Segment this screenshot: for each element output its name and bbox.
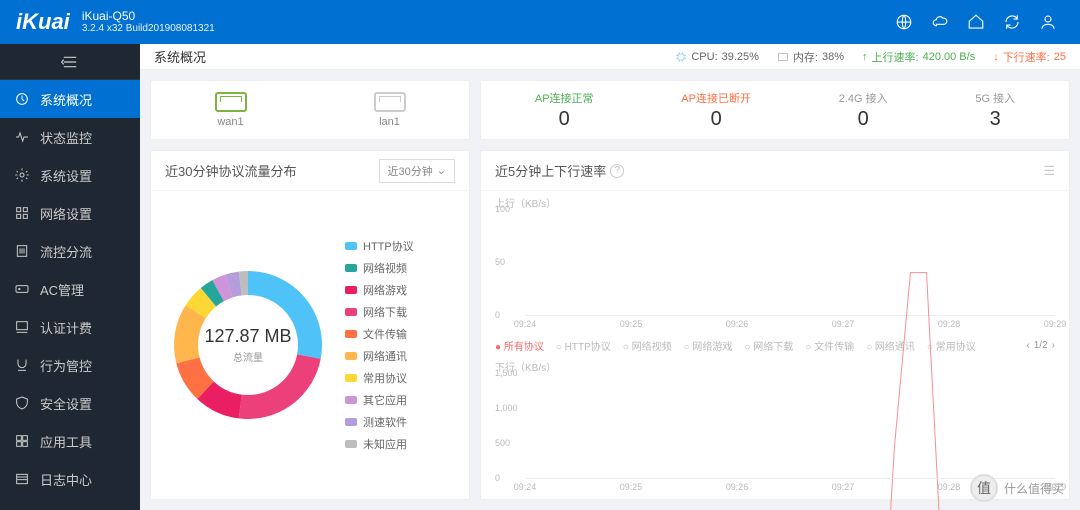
sidebar-icon xyxy=(14,319,30,335)
sidebar-item-label: 认证计费 xyxy=(40,318,92,337)
cloud-icon[interactable] xyxy=(924,6,956,38)
legend-item[interactable]: 网络游戏 xyxy=(345,282,414,298)
content-area: 系统概况 CPU: 39.25% 内存: 38% ↑ 上行速率: 420.00 … xyxy=(140,44,1080,510)
upload-chart: 上行（KB/s） 05010009:2409:2509:2609:2709:28… xyxy=(495,195,1055,332)
sidebar-item-label: AC管理 xyxy=(40,280,84,299)
chevron-down-icon: ⌄ xyxy=(437,164,446,177)
traffic-panel: 近30分钟协议流量分布 近30分钟 ⌄ 127.87 MB 总流量 HTTP协议… xyxy=(150,150,470,500)
cpu-stat: CPU: 39.25% xyxy=(675,51,759,63)
legend-swatch xyxy=(345,418,357,426)
sidebar-item-7[interactable]: 行为管控 xyxy=(0,346,140,384)
legend-item[interactable]: 网络视频 xyxy=(345,260,414,276)
sidebar: 系统概况状态监控系统设置网络设置流控分流 AC管理认证计费行为管控安全设置应用工具… xyxy=(0,44,140,510)
ap-stat: 5G 接入3 xyxy=(975,90,1015,131)
traffic-total: 127.87 MB xyxy=(204,326,291,347)
speed-title: 近5分钟上下行速率 xyxy=(495,161,606,180)
interfaces-card: wan1 lan1 xyxy=(150,80,470,140)
sidebar-icon xyxy=(14,433,30,449)
legend-item[interactable]: 未知应用 xyxy=(345,436,414,452)
version-text: 3.2.4 x32 Build201908081321 xyxy=(82,23,215,35)
sidebar-item-3[interactable]: 网络设置 xyxy=(0,194,140,232)
legend-swatch xyxy=(345,374,357,382)
legend-swatch xyxy=(345,242,357,250)
port-icon xyxy=(374,92,406,112)
speed-panel: 近5分钟上下行速率 ? ☰ 上行（KB/s） 05010009:2409:250… xyxy=(480,150,1070,500)
legend-item[interactable]: 常用协议 xyxy=(345,370,414,386)
sidebar-icon xyxy=(14,471,30,487)
legend-swatch xyxy=(345,440,357,448)
page-title: 系统概况 xyxy=(154,47,206,66)
legend-item[interactable]: 网络下载 xyxy=(345,304,414,320)
user-icon[interactable] xyxy=(1032,6,1064,38)
traffic-title: 近30分钟协议流量分布 xyxy=(165,161,296,180)
sidebar-item-2[interactable]: 系统设置 xyxy=(0,156,140,194)
legend-item[interactable]: 其它应用 xyxy=(345,392,414,408)
app-header: iKuai iKuai-Q50 3.2.4 x32 Build201908081… xyxy=(0,0,1080,44)
legend-item[interactable]: 网络通讯 xyxy=(345,348,414,364)
legend-item[interactable]: 文件传输 xyxy=(345,326,414,342)
sidebar-icon xyxy=(14,129,30,145)
sidebar-toggle[interactable] xyxy=(0,44,140,80)
ap-stat: AP连接已断开0 xyxy=(681,90,751,131)
mem-stat: 内存: 38% xyxy=(777,49,844,65)
legend-item[interactable]: 测速软件 xyxy=(345,414,414,430)
watermark: 值 什么值得买 xyxy=(970,474,1064,502)
home-icon[interactable] xyxy=(960,6,992,38)
menu-icon[interactable]: ☰ xyxy=(1043,163,1055,179)
refresh-icon[interactable] xyxy=(996,6,1028,38)
brand-logo: iKuai xyxy=(16,9,70,35)
sidebar-item-5[interactable]: AC管理 xyxy=(0,270,140,308)
sidebar-item-label: 安全设置 xyxy=(40,394,92,413)
legend-swatch xyxy=(345,286,357,294)
ap-stat: AP连接正常0 xyxy=(535,90,594,131)
sidebar-item-10[interactable]: 日志中心 xyxy=(0,460,140,498)
status-bar: 系统概况 CPU: 39.25% 内存: 38% ↑ 上行速率: 420.00 … xyxy=(140,44,1080,70)
sidebar-item-1[interactable]: 状态监控 xyxy=(0,118,140,156)
sidebar-icon xyxy=(14,205,30,221)
sidebar-icon xyxy=(14,357,30,373)
traffic-donut-chart: 127.87 MB 总流量 xyxy=(163,260,333,430)
legend-swatch xyxy=(345,396,357,404)
legend-swatch xyxy=(345,352,357,360)
sidebar-item-label: 系统概况 xyxy=(40,90,92,109)
sidebar-item-4[interactable]: 流控分流 xyxy=(0,232,140,270)
sidebar-icon xyxy=(14,281,30,297)
port-icon xyxy=(215,92,247,112)
sidebar-icon xyxy=(14,395,30,411)
legend-swatch xyxy=(345,330,357,338)
legend-item[interactable]: HTTP协议 xyxy=(345,238,414,254)
watermark-badge-icon: 值 xyxy=(970,474,998,502)
sidebar-item-label: 系统设置 xyxy=(40,166,92,185)
sidebar-item-label: 状态监控 xyxy=(40,128,92,147)
sidebar-item-label: 网络设置 xyxy=(40,204,92,223)
model-block: iKuai-Q50 3.2.4 x32 Build201908081321 xyxy=(82,9,215,35)
sidebar-item-label: 流控分流 xyxy=(40,242,92,261)
sidebar-item-6[interactable]: 认证计费 xyxy=(0,308,140,346)
ap-stat: 2.4G 接入0 xyxy=(839,90,888,131)
model-name: iKuai-Q50 xyxy=(82,9,215,23)
sidebar-item-0[interactable]: 系统概况 xyxy=(0,80,140,118)
legend-swatch xyxy=(345,308,357,316)
sidebar-icon xyxy=(14,243,30,259)
help-icon[interactable]: ? xyxy=(610,164,624,178)
sidebar-item-9[interactable]: 应用工具 xyxy=(0,422,140,460)
sidebar-item-label: 日志中心 xyxy=(40,470,92,489)
traffic-total-label: 总流量 xyxy=(233,349,263,364)
down-stat: ↓ 下行速率: 25 xyxy=(993,49,1066,65)
sidebar-item-label: 行为管控 xyxy=(40,356,92,375)
time-range-select[interactable]: 近30分钟 ⌄ xyxy=(379,159,455,183)
interface-wan1[interactable]: wan1 xyxy=(215,92,247,128)
sidebar-item-8[interactable]: 安全设置 xyxy=(0,384,140,422)
interface-lan1[interactable]: lan1 xyxy=(374,92,406,128)
sidebar-icon xyxy=(14,167,30,183)
ap-stats-card: AP连接正常0 AP连接已断开0 2.4G 接入0 5G 接入3 xyxy=(480,80,1070,140)
legend-swatch xyxy=(345,264,357,272)
sidebar-item-label: 应用工具 xyxy=(40,432,92,451)
sidebar-icon xyxy=(14,91,30,107)
up-stat: ↑ 上行速率: 420.00 B/s xyxy=(862,49,975,65)
traffic-legend: HTTP协议网络视频网络游戏网络下载文件传输网络通讯常用协议其它应用测速软件未知… xyxy=(345,238,414,452)
globe-icon[interactable] xyxy=(888,6,920,38)
